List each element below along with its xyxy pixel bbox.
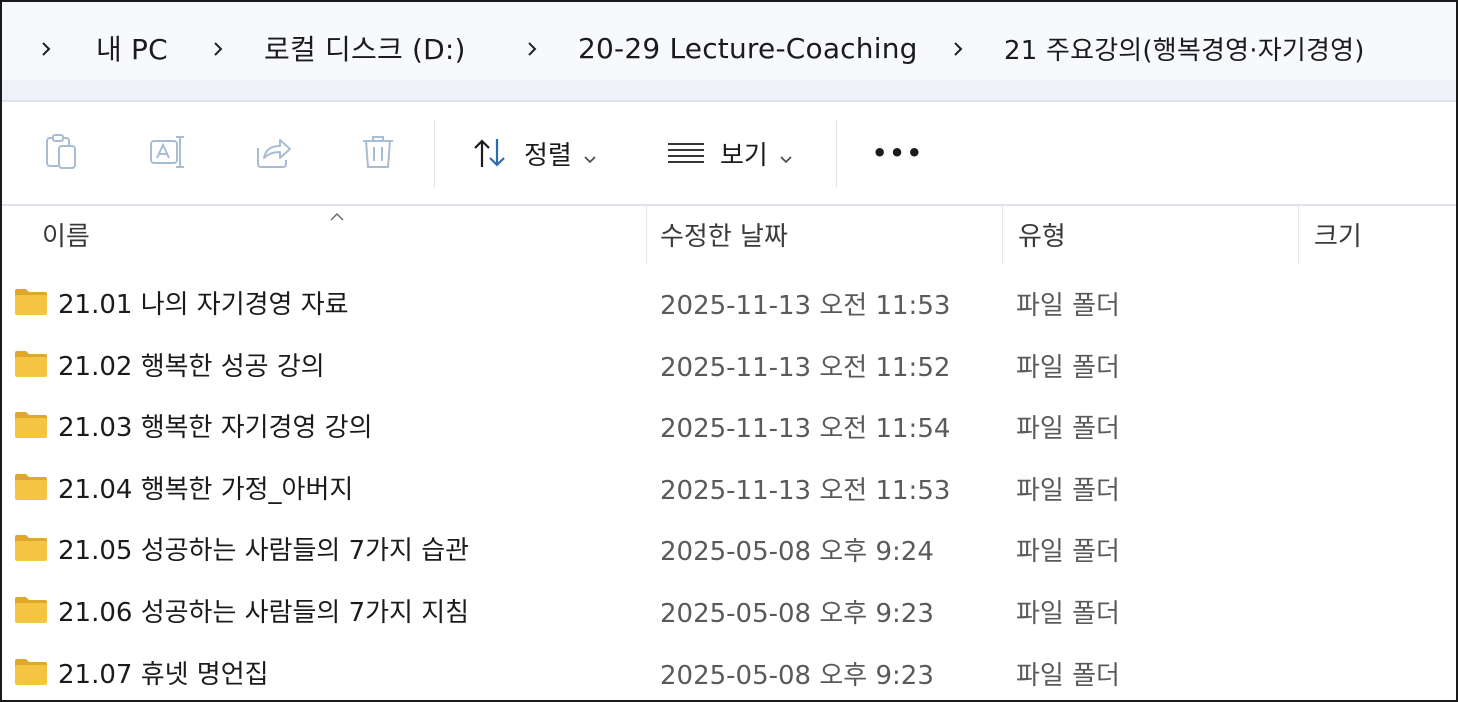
folder-icon [14,658,48,686]
column-header-name[interactable]: 이름 [42,216,90,253]
table-row[interactable]: 21.04 행복한 가정_아버지 2025-11-13 오전 11:53 파일 폴더 [2,457,1456,519]
column-divider[interactable] [1298,206,1299,264]
table-row[interactable]: 21.01 나의 자기경영 자료 2025-11-13 오전 11:53 파일 폴더 [2,272,1456,334]
chevron-right-icon [212,42,224,56]
row-type: 파일 폴더 [1016,291,1120,321]
sort-ascending-icon [330,206,344,221]
row-date: 2025-11-13 오전 11:52 [660,352,951,383]
row-name: 21.04 행복한 가정_아버지 [58,474,354,505]
row-name: 21.05 성공하는 사람들의 7가지 습관 [58,536,470,567]
breadcrumb-label: 20-29 Lecture-Coaching [578,31,918,65]
column-divider[interactable] [646,206,647,264]
row-type: 파일 폴더 [1016,537,1120,568]
breadcrumb-label: 로컬 디스크 (D:) [264,33,466,66]
sort-arrows-icon [470,133,510,173]
view-button[interactable]: 보기 [666,130,792,176]
table-row[interactable]: 21.07 휴넷 명언집 2025-05-08 오후 9:23 파일 폴더 [2,642,1456,700]
address-bar-strip [2,80,1456,100]
chevron-right-icon [952,42,964,56]
column-divider[interactable] [1002,206,1003,264]
breadcrumb-label: 21 주요강의(행복경영·자기경영) [1004,35,1365,66]
more-icon: ••• [872,139,925,167]
sort-button[interactable]: 정렬 [470,130,596,176]
row-type: 파일 폴더 [1016,660,1120,691]
column-header: 이름 수정한 날짜 유형 크기 [2,206,1456,266]
breadcrumb-chevron[interactable] [526,26,538,70]
toolbar-divider [434,120,435,188]
breadcrumb-item-my-pc[interactable]: 내 PC [96,26,168,70]
chevron-right-icon [526,42,538,56]
row-type: 파일 폴더 [1016,599,1120,629]
table-row[interactable]: 21.02 행복한 성공 강의 2025-11-13 오전 11:52 파일 폴더 [2,334,1456,396]
folder-icon [14,288,48,316]
row-date: 2025-11-13 오전 11:53 [660,475,951,506]
breadcrumb-item-lecture-coaching[interactable]: 20-29 Lecture-Coaching [578,26,918,70]
breadcrumb-root-chevron[interactable] [40,26,52,70]
chevron-down-icon [780,149,792,164]
row-date: 2025-05-08 오후 9:23 [660,660,934,691]
column-header-date[interactable]: 수정한 날짜 [660,216,788,253]
clipboard-icon[interactable] [42,132,82,172]
row-type: 파일 폴더 [1016,414,1120,445]
folder-icon [14,596,48,624]
folder-icon [14,350,48,378]
breadcrumb-chevron[interactable] [952,26,964,70]
row-name: 21.01 나의 자기경영 자료 [58,290,349,320]
toolbar-divider [836,120,837,188]
table-row[interactable]: 21.05 성공하는 사람들의 7가지 습관 2025-05-08 오후 9:24… [2,518,1456,580]
command-bar: 정렬 보기 ••• [2,102,1456,206]
share-icon[interactable] [254,132,294,172]
folder-icon [14,411,48,439]
list-view-icon [666,133,706,173]
more-options-button[interactable]: ••• [872,130,924,176]
row-name: 21.03 행복한 자기경영 강의 [58,413,373,444]
row-name: 21.07 휴넷 명언집 [58,659,269,690]
address-bar[interactable]: 내 PC 로컬 디스크 (D:) 20-29 Lecture-Coaching … [2,2,1456,102]
row-date: 2025-05-08 오후 9:24 [660,537,934,568]
sort-label: 정렬 [524,140,572,171]
row-name: 21.06 성공하는 사람들의 7가지 지침 [58,598,470,628]
chevron-down-icon [584,149,596,164]
breadcrumb-label: 내 PC [96,33,168,66]
row-type: 파일 폴더 [1016,475,1120,506]
row-type: 파일 폴더 [1016,352,1120,383]
breadcrumb-item-current-folder[interactable]: 21 주요강의(행복경영·자기경영) [1004,26,1365,70]
breadcrumb-item-local-disk[interactable]: 로컬 디스크 (D:) [264,26,466,70]
column-header-size[interactable]: 크기 [1314,216,1362,253]
file-explorer-window: 내 PC 로컬 디스크 (D:) 20-29 Lecture-Coaching … [0,0,1458,702]
breadcrumb-chevron[interactable] [212,26,224,70]
chevron-right-icon [40,42,52,56]
row-date: 2025-11-13 오전 11:53 [660,291,951,321]
rename-icon[interactable] [148,132,188,172]
row-name: 21.02 행복한 성공 강의 [58,351,325,382]
column-header-type[interactable]: 유형 [1018,216,1066,253]
view-label: 보기 [720,140,768,171]
row-date: 2025-11-13 오전 11:54 [660,414,951,445]
table-row[interactable]: 21.03 행복한 자기경영 강의 2025-11-13 오전 11:54 파일 폴… [2,395,1456,457]
folder-icon [14,534,48,562]
table-row[interactable]: 21.06 성공하는 사람들의 7가지 지침 2025-05-08 오후 9:23… [2,580,1456,642]
row-date: 2025-05-08 오후 9:23 [660,599,934,629]
trash-icon[interactable] [358,132,398,172]
folder-icon [14,473,48,501]
